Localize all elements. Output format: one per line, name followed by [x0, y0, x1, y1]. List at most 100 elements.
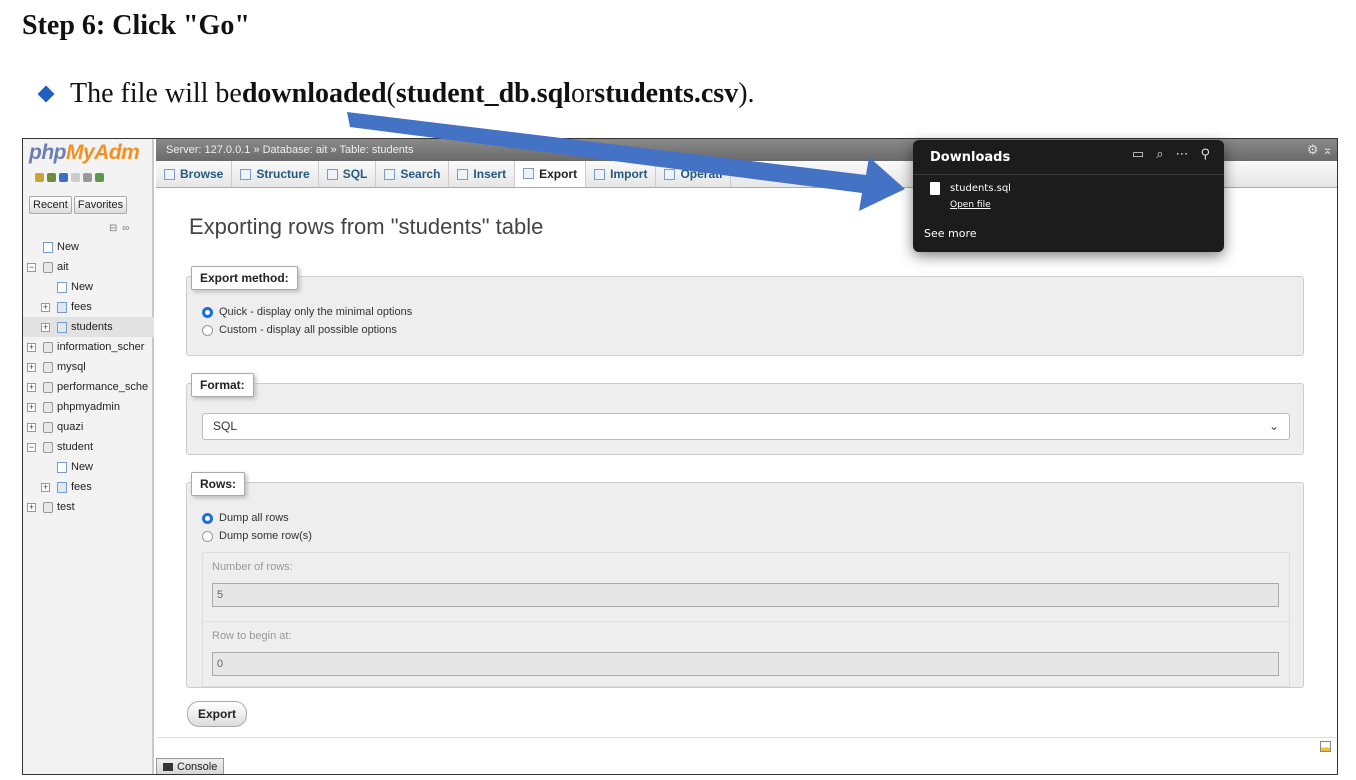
tab-insert[interactable]: Insert: [449, 161, 516, 187]
number-of-rows-input[interactable]: 5: [212, 583, 1279, 607]
notification-icon[interactable]: [1320, 741, 1331, 752]
operati-icon: [664, 168, 676, 180]
tree-item-new[interactable]: New: [23, 457, 154, 477]
tab-sql[interactable]: SQL: [319, 161, 377, 187]
radio-dump-some[interactable]: [202, 530, 213, 542]
browse-icon: [164, 168, 175, 180]
new-icon: [57, 462, 67, 473]
tree-item-label: mysql: [57, 361, 86, 373]
expand-icon[interactable]: +: [41, 303, 50, 312]
docs-icon[interactable]: [71, 173, 80, 182]
export-button[interactable]: Export: [187, 701, 248, 727]
gear-icon[interactable]: ⚙ ⌅: [1307, 139, 1333, 161]
tree-item-fees[interactable]: + fees: [23, 477, 154, 497]
sidebar: phpMyAdm Recent Favorites ⊟ ∞ New − ait New…: [23, 139, 154, 774]
tree-item-performance-sche[interactable]: + performance_sche: [23, 377, 154, 397]
radio-custom[interactable]: [202, 324, 213, 336]
see-more-link[interactable]: See more: [924, 227, 977, 240]
settings-icon[interactable]: [83, 173, 92, 182]
tree-item-student[interactable]: − student: [23, 437, 154, 457]
collapse-icon[interactable]: −: [27, 443, 36, 452]
help-icon[interactable]: [59, 173, 68, 182]
tree-item-mysql[interactable]: + mysql: [23, 357, 154, 377]
tree-item-label: ait: [57, 261, 69, 273]
favorites-button[interactable]: Favorites: [73, 196, 128, 214]
tab-search[interactable]: Search: [376, 161, 450, 187]
rows-dump-all[interactable]: Dump all rows: [202, 512, 289, 524]
folder-icon[interactable]: ▭: [1132, 147, 1144, 162]
tree-item-students[interactable]: + students: [23, 317, 154, 337]
tab-label: Operati: [680, 167, 723, 181]
expand-icon[interactable]: +: [27, 343, 36, 352]
rows-dump-some[interactable]: Dump some row(s): [202, 530, 312, 542]
export-method-custom[interactable]: Custom - display all possible options: [202, 324, 397, 336]
tree-item-quazi[interactable]: + quazi: [23, 417, 154, 437]
tab-label: Export: [539, 166, 578, 181]
bullet-text-mid1: (: [386, 78, 396, 109]
tree-item-new[interactable]: New: [23, 237, 154, 257]
search-icon[interactable]: ⌕: [1156, 147, 1163, 162]
collapse-icon[interactable]: −: [27, 263, 36, 272]
logout-icon[interactable]: [47, 173, 56, 182]
tree-item-test[interactable]: + test: [23, 497, 154, 517]
more-icon[interactable]: ⋯: [1175, 147, 1188, 162]
phpmyadmin-logo[interactable]: phpMyAdm: [29, 141, 140, 165]
insert-icon: [457, 168, 469, 180]
tree-item-label: New: [71, 281, 94, 293]
downloaded-file-name[interactable]: students.sql: [950, 183, 1011, 194]
format-select-value: SQL: [213, 419, 238, 433]
database-icon: [43, 362, 53, 373]
tab-export[interactable]: Export: [515, 161, 587, 187]
breadcrumb[interactable]: Server: 127.0.0.1 » Database: ait » Tabl…: [166, 139, 413, 161]
tree-item-fees[interactable]: + fees: [23, 297, 154, 317]
export-method-fieldset: Export method: Quick - display only the …: [186, 266, 1304, 356]
expand-icon[interactable]: +: [27, 383, 36, 392]
database-tree: New − ait New + fees + students + information_sch…: [23, 237, 154, 517]
sidebar-tabs: Recent Favorites: [29, 196, 128, 214]
console-button[interactable]: Console: [156, 758, 224, 774]
row-begin-input[interactable]: 0: [212, 652, 1279, 676]
bullet-bold-sql: student_db.sql: [395, 78, 571, 109]
expand-icon[interactable]: +: [27, 423, 36, 432]
expand-icon[interactable]: +: [27, 503, 36, 512]
tab-operati[interactable]: Operati: [656, 161, 732, 187]
recent-button[interactable]: Recent: [29, 196, 72, 214]
logo-text-myadmin: MyAdm: [65, 141, 140, 164]
tree-item-ait[interactable]: − ait: [23, 257, 154, 277]
bullet-bold-csv: students.csv: [594, 78, 739, 109]
tree-item-new[interactable]: New: [23, 277, 154, 297]
export-method-quick[interactable]: Quick - display only the minimal options: [202, 306, 412, 318]
bullet-text-mid2: or: [570, 78, 595, 109]
collapse-link-icon[interactable]: ⊟ ∞: [109, 223, 130, 234]
radio-quick[interactable]: [202, 306, 213, 318]
slide-bullet: The file will be downloaded (student_db.…: [37, 78, 755, 110]
new-icon: [57, 282, 67, 293]
bullet-bold-downloaded: downloaded: [241, 78, 387, 109]
pin-icon[interactable]: ⚲: [1200, 147, 1210, 162]
expand-icon[interactable]: +: [27, 403, 36, 412]
bullet-diamond-icon: [37, 85, 55, 103]
open-file-link[interactable]: Open file: [950, 200, 991, 210]
format-select[interactable]: SQL ⌄: [202, 413, 1290, 440]
tab-browse[interactable]: Browse: [156, 161, 233, 187]
structure-icon: [240, 168, 252, 180]
tab-structure[interactable]: Structure: [232, 161, 319, 187]
tab-import[interactable]: Import: [586, 161, 657, 187]
home-icon[interactable]: [35, 173, 44, 182]
table-icon: [57, 322, 67, 333]
rows-legend: Rows:: [191, 472, 245, 496]
console-icon: [163, 763, 173, 771]
number-of-rows-label: Number of rows:: [212, 561, 293, 573]
tree-item-label: information_scher: [57, 341, 145, 353]
tree-item-label: student: [57, 441, 94, 453]
radio-dump-all[interactable]: [202, 512, 213, 524]
expand-icon[interactable]: +: [27, 363, 36, 372]
expand-icon[interactable]: +: [41, 323, 50, 332]
tree-item-phpmyadmin[interactable]: + phpmyadmin: [23, 397, 154, 417]
tree-item-information-scher[interactable]: + information_scher: [23, 337, 154, 357]
database-icon: [43, 442, 53, 453]
expand-icon[interactable]: +: [41, 483, 50, 492]
sidebar-toolbar: [35, 173, 104, 182]
radio-dump-all-label: Dump all rows: [219, 512, 289, 524]
reload-icon[interactable]: [95, 173, 104, 182]
